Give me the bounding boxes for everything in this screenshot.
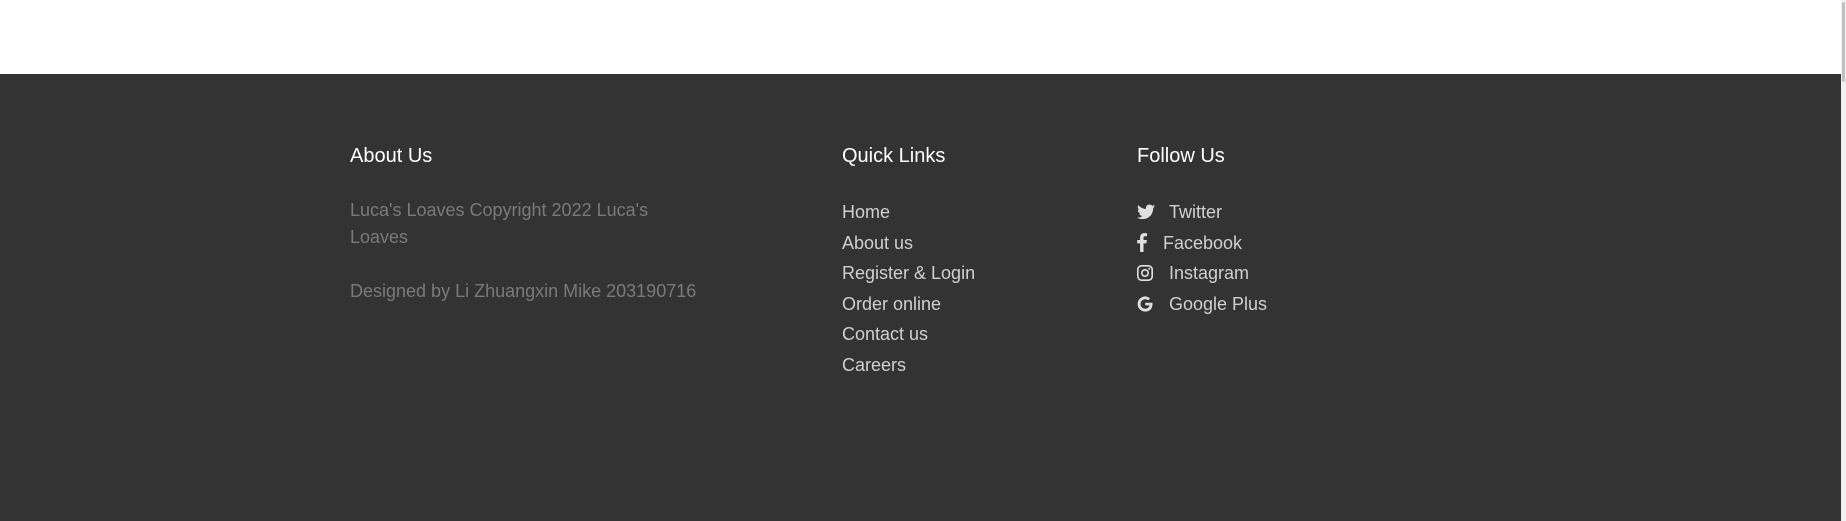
quick-link-contact-us[interactable]: Contact us — [842, 319, 1102, 350]
follow-us-heading: Follow Us — [1137, 145, 1225, 167]
quick-link-order-online[interactable]: Order online — [842, 289, 1102, 320]
quick-links-list: Home About us Register & Login Order onl… — [842, 197, 1102, 380]
google-plus-icon — [1137, 294, 1165, 314]
quick-link-register-login[interactable]: Register & Login — [842, 258, 1102, 289]
follow-us-section: Follow Us Twitter Facebook Instagram Goo… — [1137, 144, 1397, 319]
designer-credit: Designed by Li Zhuangxin Mike 203190716 — [350, 281, 697, 301]
social-link-google-plus[interactable]: Google Plus — [1137, 289, 1397, 320]
page-content-area — [0, 0, 1846, 74]
site-footer: About Us Luca's Loaves Copyright 2022 Lu… — [0, 74, 1841, 521]
quick-links-heading: Quick Links — [842, 145, 946, 167]
quick-links-section: Quick Links Home About us Register & Log… — [842, 144, 1102, 380]
scrollbar-thumb[interactable] — [1842, 2, 1845, 82]
about-section: About Us Luca's Loaves Copyright 2022 Lu… — [350, 144, 710, 305]
social-link-label: Google Plus — [1169, 293, 1268, 314]
quick-link-home[interactable]: Home — [842, 197, 1102, 228]
social-link-label: Facebook — [1163, 232, 1243, 253]
social-link-label: Instagram — [1169, 263, 1250, 283]
social-link-instagram[interactable]: Instagram — [1137, 258, 1397, 289]
about-copyright-text: Luca's Loaves Copyright 2022 Luca's Loav… — [350, 200, 649, 247]
quick-link-careers[interactable]: Careers — [842, 350, 1102, 381]
about-heading: About Us — [350, 145, 433, 167]
facebook-icon — [1137, 233, 1159, 253]
social-link-twitter[interactable]: Twitter — [1137, 197, 1397, 228]
instagram-icon — [1137, 263, 1165, 283]
quick-link-about-us[interactable]: About us — [842, 228, 1102, 259]
social-link-label: Twitter — [1169, 202, 1223, 222]
twitter-icon — [1137, 202, 1165, 222]
social-links-list: Twitter Facebook Instagram Google Plus — [1137, 197, 1397, 319]
social-link-facebook[interactable]: Facebook — [1137, 228, 1397, 259]
